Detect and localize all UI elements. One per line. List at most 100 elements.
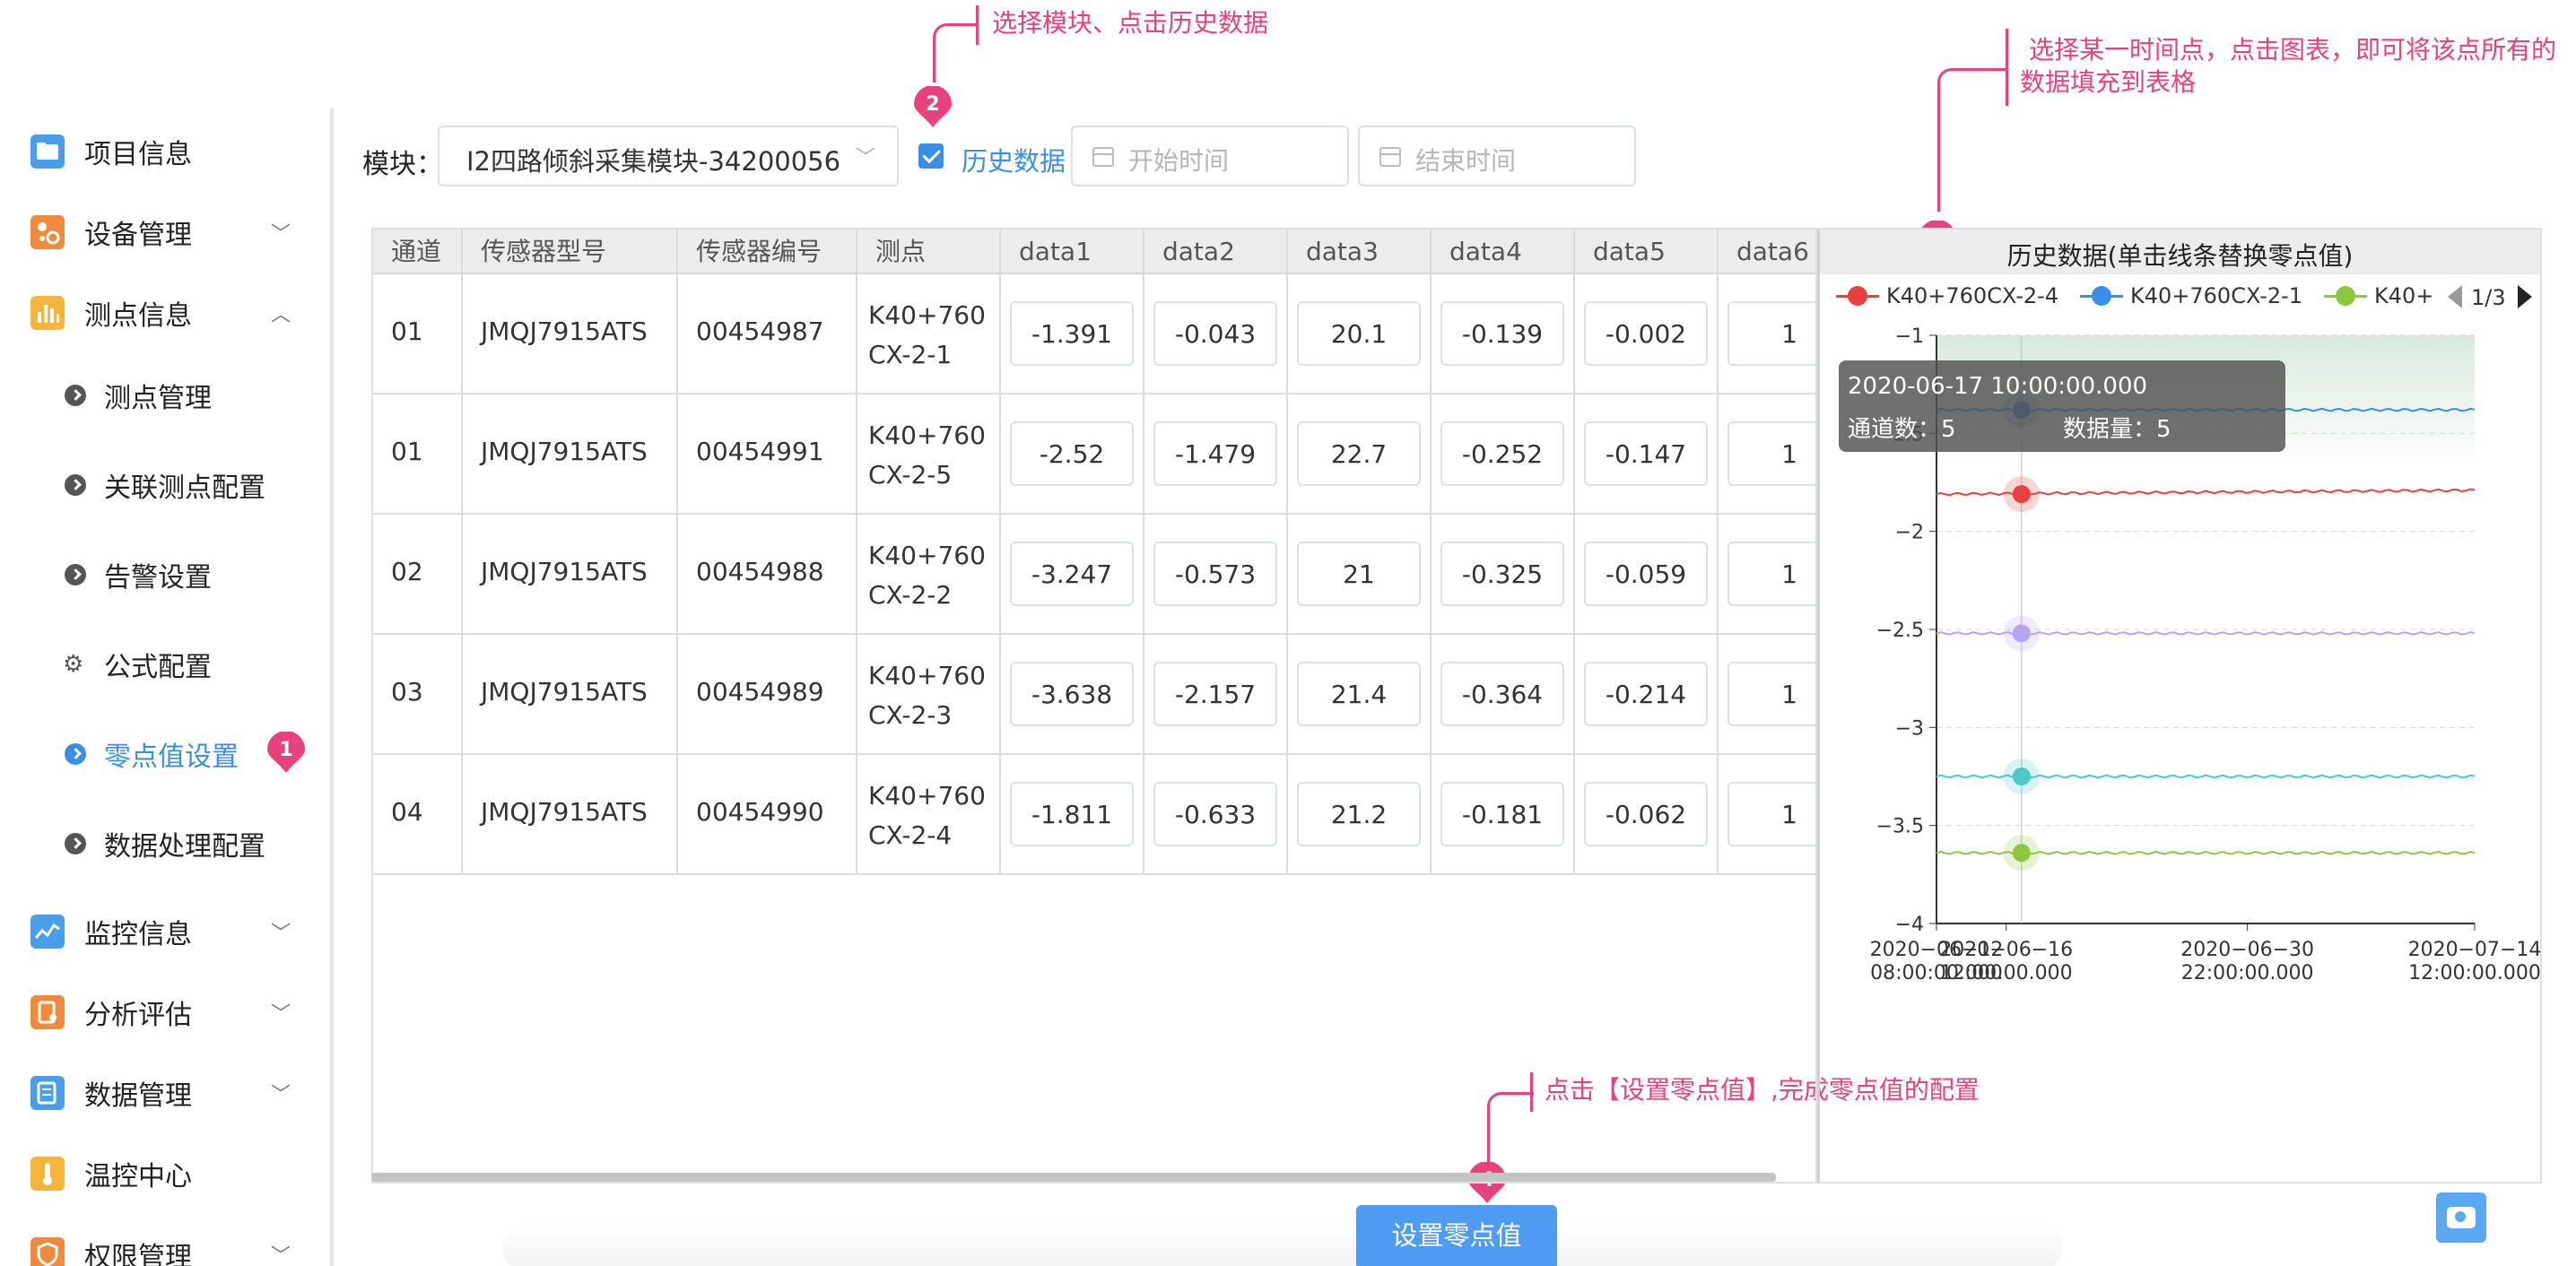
sidebar-item-data-mgmt[interactable]: 数据管理 ﹀ xyxy=(0,1057,330,1129)
value-input[interactable]: -0.364 xyxy=(1440,662,1564,726)
value-input[interactable]: -3.247 xyxy=(1010,542,1134,606)
table-header: 通道 传感器型号 传感器编号 测点 data1 data2 data3 data… xyxy=(373,230,1815,274)
sidebar-item-analysis[interactable]: 分析评估 ﹀ xyxy=(0,976,330,1048)
sidebar-item-permissions[interactable]: 权限管理 ﹀ xyxy=(0,1218,330,1266)
value-input[interactable]: -1.479 xyxy=(1153,421,1277,486)
data-icon xyxy=(30,1076,65,1110)
cell-d4: -0.325 xyxy=(1432,515,1575,633)
value-input[interactable]: 21 xyxy=(1297,542,1421,606)
x-tick-time: 12:00:00.000 xyxy=(1940,962,2073,984)
value-input[interactable]: 1 xyxy=(1727,662,1815,726)
value-input[interactable]: -0.181 xyxy=(1440,782,1564,846)
chevron-down-icon: ﹀ xyxy=(271,1003,292,1026)
end-time-input[interactable]: 结束时间 xyxy=(1358,126,1636,186)
sidebar-subitem-alarm-settings[interactable]: 告警设置 xyxy=(0,539,330,611)
module-select[interactable]: I2四路倾斜采集模块-34200056 ﹀ xyxy=(438,126,899,186)
value-input[interactable]: -0.325 xyxy=(1440,542,1564,606)
y-tick-label: −4 xyxy=(1895,914,1924,936)
sidebar-subitem-label: 数据处理配置 xyxy=(104,831,265,863)
value-input-text: -0.573 xyxy=(1174,559,1257,589)
sidebar-subitem-formula-config[interactable]: ⚙ 公式配置 xyxy=(0,629,330,700)
sidebar-item-temperature[interactable]: 温控中心 xyxy=(0,1138,330,1210)
start-time-input[interactable]: 开始时间 xyxy=(1071,126,1349,186)
cell-d2: -2.157 xyxy=(1144,635,1288,753)
tooltip-count: 数据量：5 xyxy=(2063,416,2171,443)
history-checkbox[interactable] xyxy=(918,143,944,169)
cell-text: JMQJ7915ATS xyxy=(481,437,648,466)
value-input-text: -2.157 xyxy=(1174,680,1257,709)
value-input[interactable]: -0.002 xyxy=(1584,301,1708,366)
legend-item[interactable]: K40+ xyxy=(2324,283,2433,308)
camera-icon[interactable] xyxy=(2436,1192,2486,1243)
value-input[interactable]: 21.2 xyxy=(1297,782,1421,846)
set-zero-point-button[interactable]: 设置零点值 xyxy=(1356,1205,1557,1266)
cell-text: JMQJ7915ATS xyxy=(481,316,648,346)
value-input[interactable]: 1 xyxy=(1727,301,1815,366)
th-data5: data5 xyxy=(1575,230,1719,274)
sidebar-subitem-label: 零点值设置 xyxy=(104,741,239,773)
cell-channel: 01 xyxy=(373,274,463,393)
shield-icon xyxy=(30,1237,65,1266)
sidebar-item-monitoring[interactable]: 监控信息 ﹀ xyxy=(0,896,330,967)
value-input[interactable]: 20.1 xyxy=(1297,301,1421,366)
value-input[interactable]: -1.811 xyxy=(1010,782,1134,846)
sidebar-item-point-info[interactable]: 测点信息 ︿ xyxy=(0,277,330,349)
value-input-text: 21.2 xyxy=(1330,800,1388,829)
cell-model: JMQJ7915ATS xyxy=(463,274,678,393)
value-input[interactable]: 21.4 xyxy=(1297,662,1421,726)
value-input[interactable]: -0.059 xyxy=(1584,542,1708,606)
value-input[interactable]: 1 xyxy=(1727,542,1815,606)
value-input[interactable]: -0.214 xyxy=(1584,662,1708,726)
anno-2-connector xyxy=(933,23,978,82)
cell-text: 01 xyxy=(391,316,423,346)
legend-prev-icon[interactable] xyxy=(2448,285,2462,308)
legend-label: K40+760CX-2-4 xyxy=(1886,283,2059,308)
sidebar-subitem-point-mgmt[interactable]: 测点管理 xyxy=(0,360,330,431)
value-input[interactable]: -0.139 xyxy=(1440,301,1564,366)
chart-icon xyxy=(30,296,65,330)
value-input[interactable]: -0.633 xyxy=(1153,782,1277,846)
value-input[interactable]: -2.52 xyxy=(1010,421,1134,486)
legend-next-icon[interactable] xyxy=(2518,285,2532,308)
cell-text: JMQJ7915ATS xyxy=(481,677,648,707)
x-tick-time: 22:00:00.000 xyxy=(2181,962,2314,984)
cell-d5: -0.062 xyxy=(1575,755,1719,873)
sidebar-subitem-label: 告警设置 xyxy=(104,562,212,594)
value-input[interactable]: -0.062 xyxy=(1584,782,1708,846)
value-input[interactable]: -0.573 xyxy=(1153,542,1277,606)
sidebar-subitem-linked-points[interactable]: 关联测点配置 xyxy=(0,449,330,521)
value-input-text: -0.139 xyxy=(1461,319,1544,349)
table-row: 04 JMQJ7915ATS 00454990 K40+760 CX-2-4 -1.811… xyxy=(373,755,1815,875)
cell-d4: -0.364 xyxy=(1432,635,1575,753)
sidebar-subitem-zero-point[interactable]: 零点值设置 xyxy=(0,718,330,790)
value-input[interactable]: -0.252 xyxy=(1440,421,1564,486)
value-input-text: -2.52 xyxy=(1039,439,1105,469)
value-input[interactable]: 1 xyxy=(1727,421,1815,486)
history-label[interactable]: 历史数据 xyxy=(962,141,1066,178)
value-input-text: 1 xyxy=(1781,439,1797,469)
table-horizontal-scrollbar[interactable] xyxy=(371,1173,1776,1182)
sensor-table: 通道 传感器型号 传感器编号 测点 data1 data2 data3 data… xyxy=(371,228,1817,1184)
value-input[interactable]: -0.043 xyxy=(1153,301,1277,366)
sidebar-item-device-mgmt[interactable]: 设备管理 ﹀ xyxy=(0,196,330,268)
legend-item[interactable]: K40+760CX-2-4 xyxy=(1836,283,2058,308)
th-data2: data2 xyxy=(1144,230,1288,274)
cell-point-text: K40+760 CX-2-2 xyxy=(868,536,986,615)
value-input[interactable]: -2.157 xyxy=(1153,662,1277,726)
gear-icon: ⚙ xyxy=(63,651,84,678)
legend-item[interactable]: K40+760CX-2-1 xyxy=(2080,283,2302,308)
value-input[interactable]: 1 xyxy=(1727,782,1815,846)
y-tick-label: −2 xyxy=(1895,522,1924,544)
value-input[interactable]: -3.638 xyxy=(1010,662,1134,726)
chevron-up-icon: ︿ xyxy=(271,304,292,326)
value-input[interactable]: -1.391 xyxy=(1010,301,1134,366)
tooltip-channels: 通道数：5 xyxy=(1848,416,1956,443)
sidebar-subitem-data-processing[interactable]: 数据处理配置 xyxy=(0,808,330,880)
sidebar-item-project-info[interactable]: 项目信息 xyxy=(0,116,330,187)
value-input[interactable]: 22.7 xyxy=(1297,421,1421,486)
th-data3: data3 xyxy=(1288,230,1432,274)
point-line1: K40+760 xyxy=(868,781,986,811)
cell-d1: -3.247 xyxy=(1001,515,1144,633)
value-input[interactable]: -0.147 xyxy=(1584,421,1708,486)
cell-d2: -0.043 xyxy=(1144,274,1288,393)
